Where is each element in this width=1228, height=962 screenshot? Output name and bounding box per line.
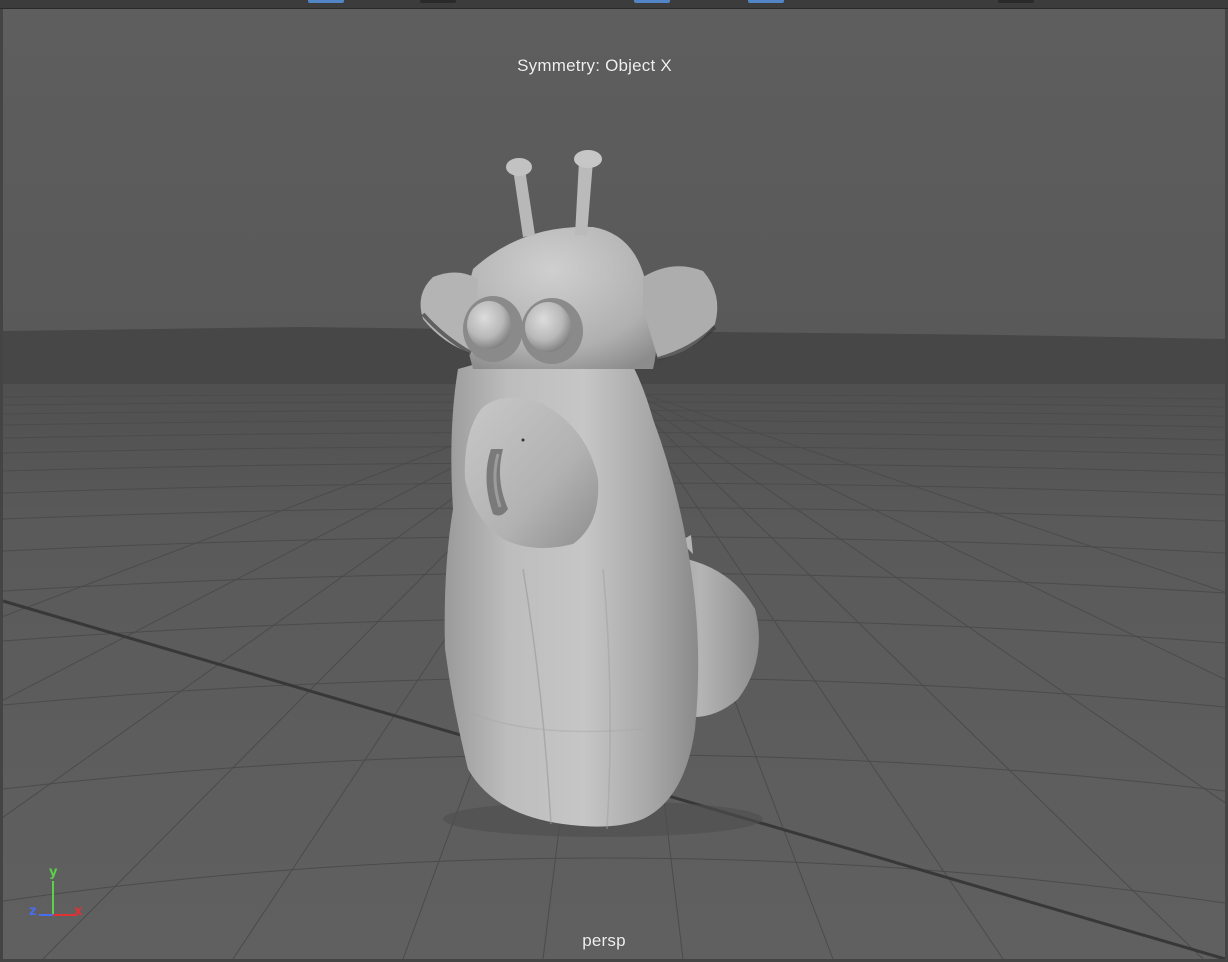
scene-render[interactable] — [3, 9, 1225, 959]
perspective-viewport[interactable]: Symmetry: Object X persp y x z — [3, 9, 1225, 959]
panel-toolbar-strip — [0, 0, 1228, 9]
axis-z-label: z — [29, 904, 37, 919]
toolbar-toggle-active-1[interactable] — [308, 0, 344, 3]
camera-name-label: persp — [582, 931, 626, 950]
symmetry-status-label: Symmetry: Object X — [517, 56, 672, 75]
axis-y-label: y — [49, 865, 58, 880]
toolbar-toggle-inactive-1[interactable] — [420, 0, 456, 3]
toolbar-toggle-active-2[interactable] — [634, 0, 670, 3]
axis-x-label: x — [74, 904, 83, 919]
toolbar-toggle-active-3[interactable] — [748, 0, 784, 3]
toolbar-toggle-inactive-2[interactable] — [998, 0, 1034, 3]
maya-viewport-panel: Symmetry: Object X persp y x z — [0, 0, 1228, 962]
view-axis-gizmo: y x z — [25, 865, 95, 937]
